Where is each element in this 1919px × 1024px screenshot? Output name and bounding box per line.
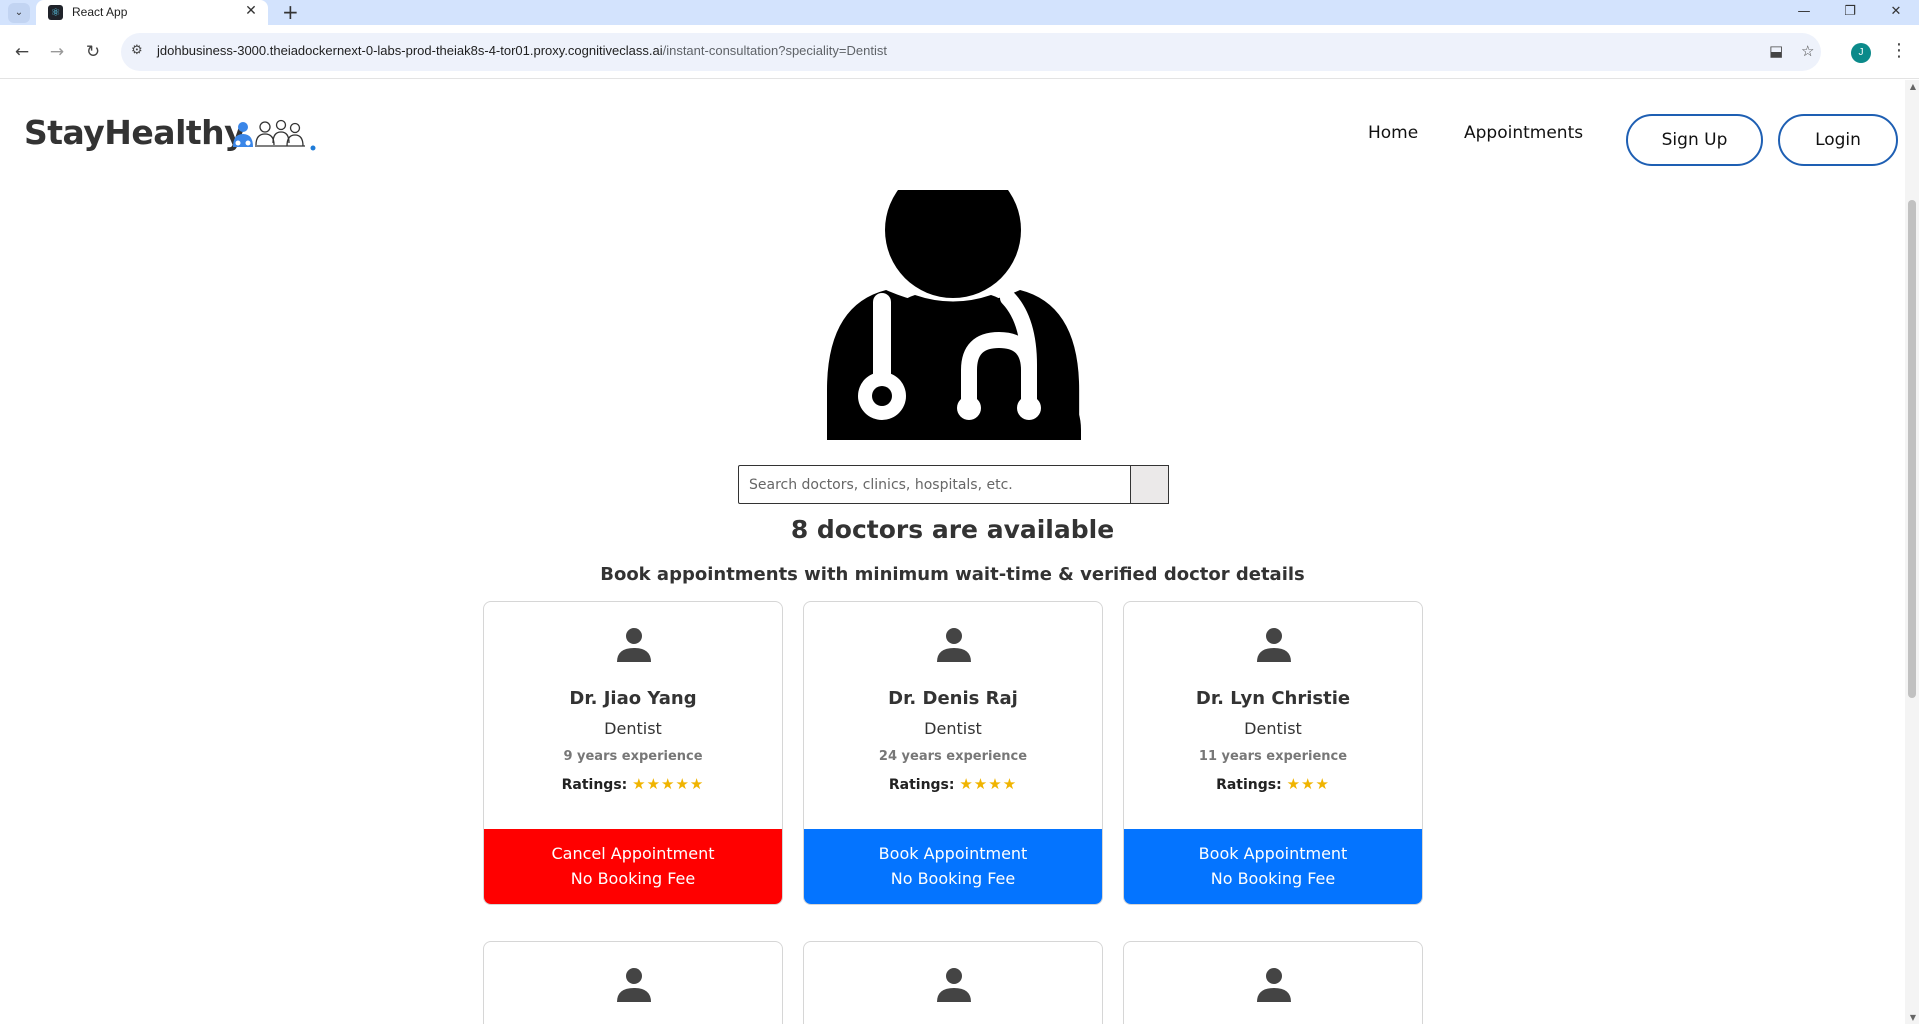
doctor-card xyxy=(803,941,1103,1024)
window-close-icon[interactable]: ✕ xyxy=(1873,0,1919,25)
new-tab-icon[interactable]: + xyxy=(282,0,299,25)
cta-action-label: Book Appointment xyxy=(878,844,1028,863)
restore-icon[interactable]: ❐ xyxy=(1827,0,1873,25)
doctor-experience: 11 years experience xyxy=(1198,749,1348,764)
cta-fee-label: No Booking Fee xyxy=(890,869,1016,888)
cta-fee-label: No Booking Fee xyxy=(570,869,696,888)
rating-stars-icon: ★★★★ xyxy=(959,775,1018,793)
cta-action-label: Cancel Appointment xyxy=(551,844,715,863)
doctor-rating: Ratings: ★★★★★ xyxy=(484,775,782,793)
scroll-down-arrow-icon[interactable]: ▼ xyxy=(1910,1013,1916,1022)
tab-search-dropdown-icon[interactable]: ⌄ xyxy=(8,3,30,23)
back-icon[interactable]: ← xyxy=(9,39,35,65)
browser-tab-strip: ⌄ ⚛ React App ✕ + — ❐ ✕ xyxy=(0,0,1919,25)
doctor-card: Dr. Jiao Yang Dentist 9 years experience… xyxy=(483,601,783,905)
doctor-rating: Ratings: ★★★★ xyxy=(804,775,1102,793)
tab-close-icon[interactable]: ✕ xyxy=(242,3,260,19)
tab-title: React App xyxy=(72,5,128,19)
doctor-avatar-icon xyxy=(617,628,651,662)
doctor-name: Dr. Denis Raj xyxy=(888,688,1018,709)
address-bar[interactable]: ⚙ jdohbusiness-3000.theiadockernext-0-la… xyxy=(121,33,1821,71)
doctor-hero-icon xyxy=(827,190,1081,440)
scroll-up-arrow-icon[interactable]: ▲ xyxy=(1910,82,1916,91)
browser-toolbar: ← → ↻ ⚙ jdohbusiness-3000.theiadockernex… xyxy=(0,25,1919,79)
book-appointment-button[interactable]: Book Appointment No Booking Fee xyxy=(1124,829,1422,904)
doctor-experience: 9 years experience xyxy=(563,749,703,764)
rating-stars-icon: ★★★★★ xyxy=(632,775,705,793)
cta-fee-label: No Booking Fee xyxy=(1210,869,1336,888)
doctor-search-input[interactable] xyxy=(738,465,1131,504)
booking-subheading: Book appointments with minimum wait-time… xyxy=(600,564,1305,585)
doctor-count-heading: 8 doctors are available xyxy=(790,515,1115,544)
minimize-icon[interactable]: — xyxy=(1781,0,1827,25)
doctor-card: Dr. Lyn Christie Dentist 11 years experi… xyxy=(1123,601,1423,905)
doctor-card: Dr. Denis Raj Dentist 24 years experienc… xyxy=(803,601,1103,905)
rating-stars-icon: ★★★ xyxy=(1286,775,1330,793)
page-viewport: StayHealthy Home Appointments Sign Up Lo… xyxy=(0,80,1919,1024)
sign-up-button[interactable]: Sign Up xyxy=(1626,114,1763,166)
page-scrollbar[interactable]: ▲ ▼ xyxy=(1905,80,1919,1024)
doctor-avatar-icon xyxy=(617,968,651,1002)
doctor-avatar-icon xyxy=(937,628,971,662)
profile-avatar[interactable]: J xyxy=(1851,43,1871,63)
nav-appointments-link[interactable]: Appointments xyxy=(1464,123,1583,143)
forward-icon[interactable]: → xyxy=(44,39,70,65)
doctor-speciality: Dentist xyxy=(924,719,982,738)
browser-tab[interactable]: ⚛ React App ✕ xyxy=(36,0,268,25)
ratings-label: Ratings: xyxy=(1216,777,1282,793)
scrollbar-thumb[interactable] xyxy=(1908,200,1916,698)
url-text[interactable]: jdohbusiness-3000.theiadockernext-0-labs… xyxy=(157,43,887,58)
search-button[interactable] xyxy=(1131,465,1169,504)
bookmark-star-icon[interactable]: ☆ xyxy=(1801,42,1814,60)
doctor-rating: Ratings: ★★★ xyxy=(1124,775,1422,793)
cta-action-label: Book Appointment xyxy=(1198,844,1348,863)
site-logo[interactable]: StayHealthy xyxy=(24,113,246,152)
react-favicon-icon: ⚛ xyxy=(48,5,63,20)
install-app-icon[interactable]: ⬓ xyxy=(1769,42,1783,60)
login-button[interactable]: Login xyxy=(1778,114,1898,166)
doctor-card xyxy=(1123,941,1423,1024)
cancel-appointment-button[interactable]: Cancel Appointment No Booking Fee xyxy=(484,829,782,904)
site-info-icon[interactable]: ⚙ xyxy=(131,43,143,58)
ratings-label: Ratings: xyxy=(888,777,955,793)
doctors-logo-icon xyxy=(233,119,316,151)
doctor-experience: 24 years experience xyxy=(878,749,1028,764)
doctor-card xyxy=(483,941,783,1024)
doctor-name: Dr. Lyn Christie xyxy=(1195,688,1351,709)
browser-menu-icon[interactable]: ⋮ xyxy=(1890,40,1908,61)
doctor-name: Dr. Jiao Yang xyxy=(569,688,697,709)
nav-home-link[interactable]: Home xyxy=(1368,123,1418,143)
book-appointment-button[interactable]: Book Appointment No Booking Fee xyxy=(804,829,1102,904)
doctor-avatar-icon xyxy=(1257,968,1291,1002)
reload-icon[interactable]: ↻ xyxy=(80,39,106,65)
doctor-speciality: Dentist xyxy=(604,719,662,738)
doctor-speciality: Dentist xyxy=(1244,719,1302,738)
doctor-avatar-icon xyxy=(1257,628,1291,662)
ratings-label: Ratings: xyxy=(561,777,628,793)
doctor-avatar-icon xyxy=(937,968,971,1002)
